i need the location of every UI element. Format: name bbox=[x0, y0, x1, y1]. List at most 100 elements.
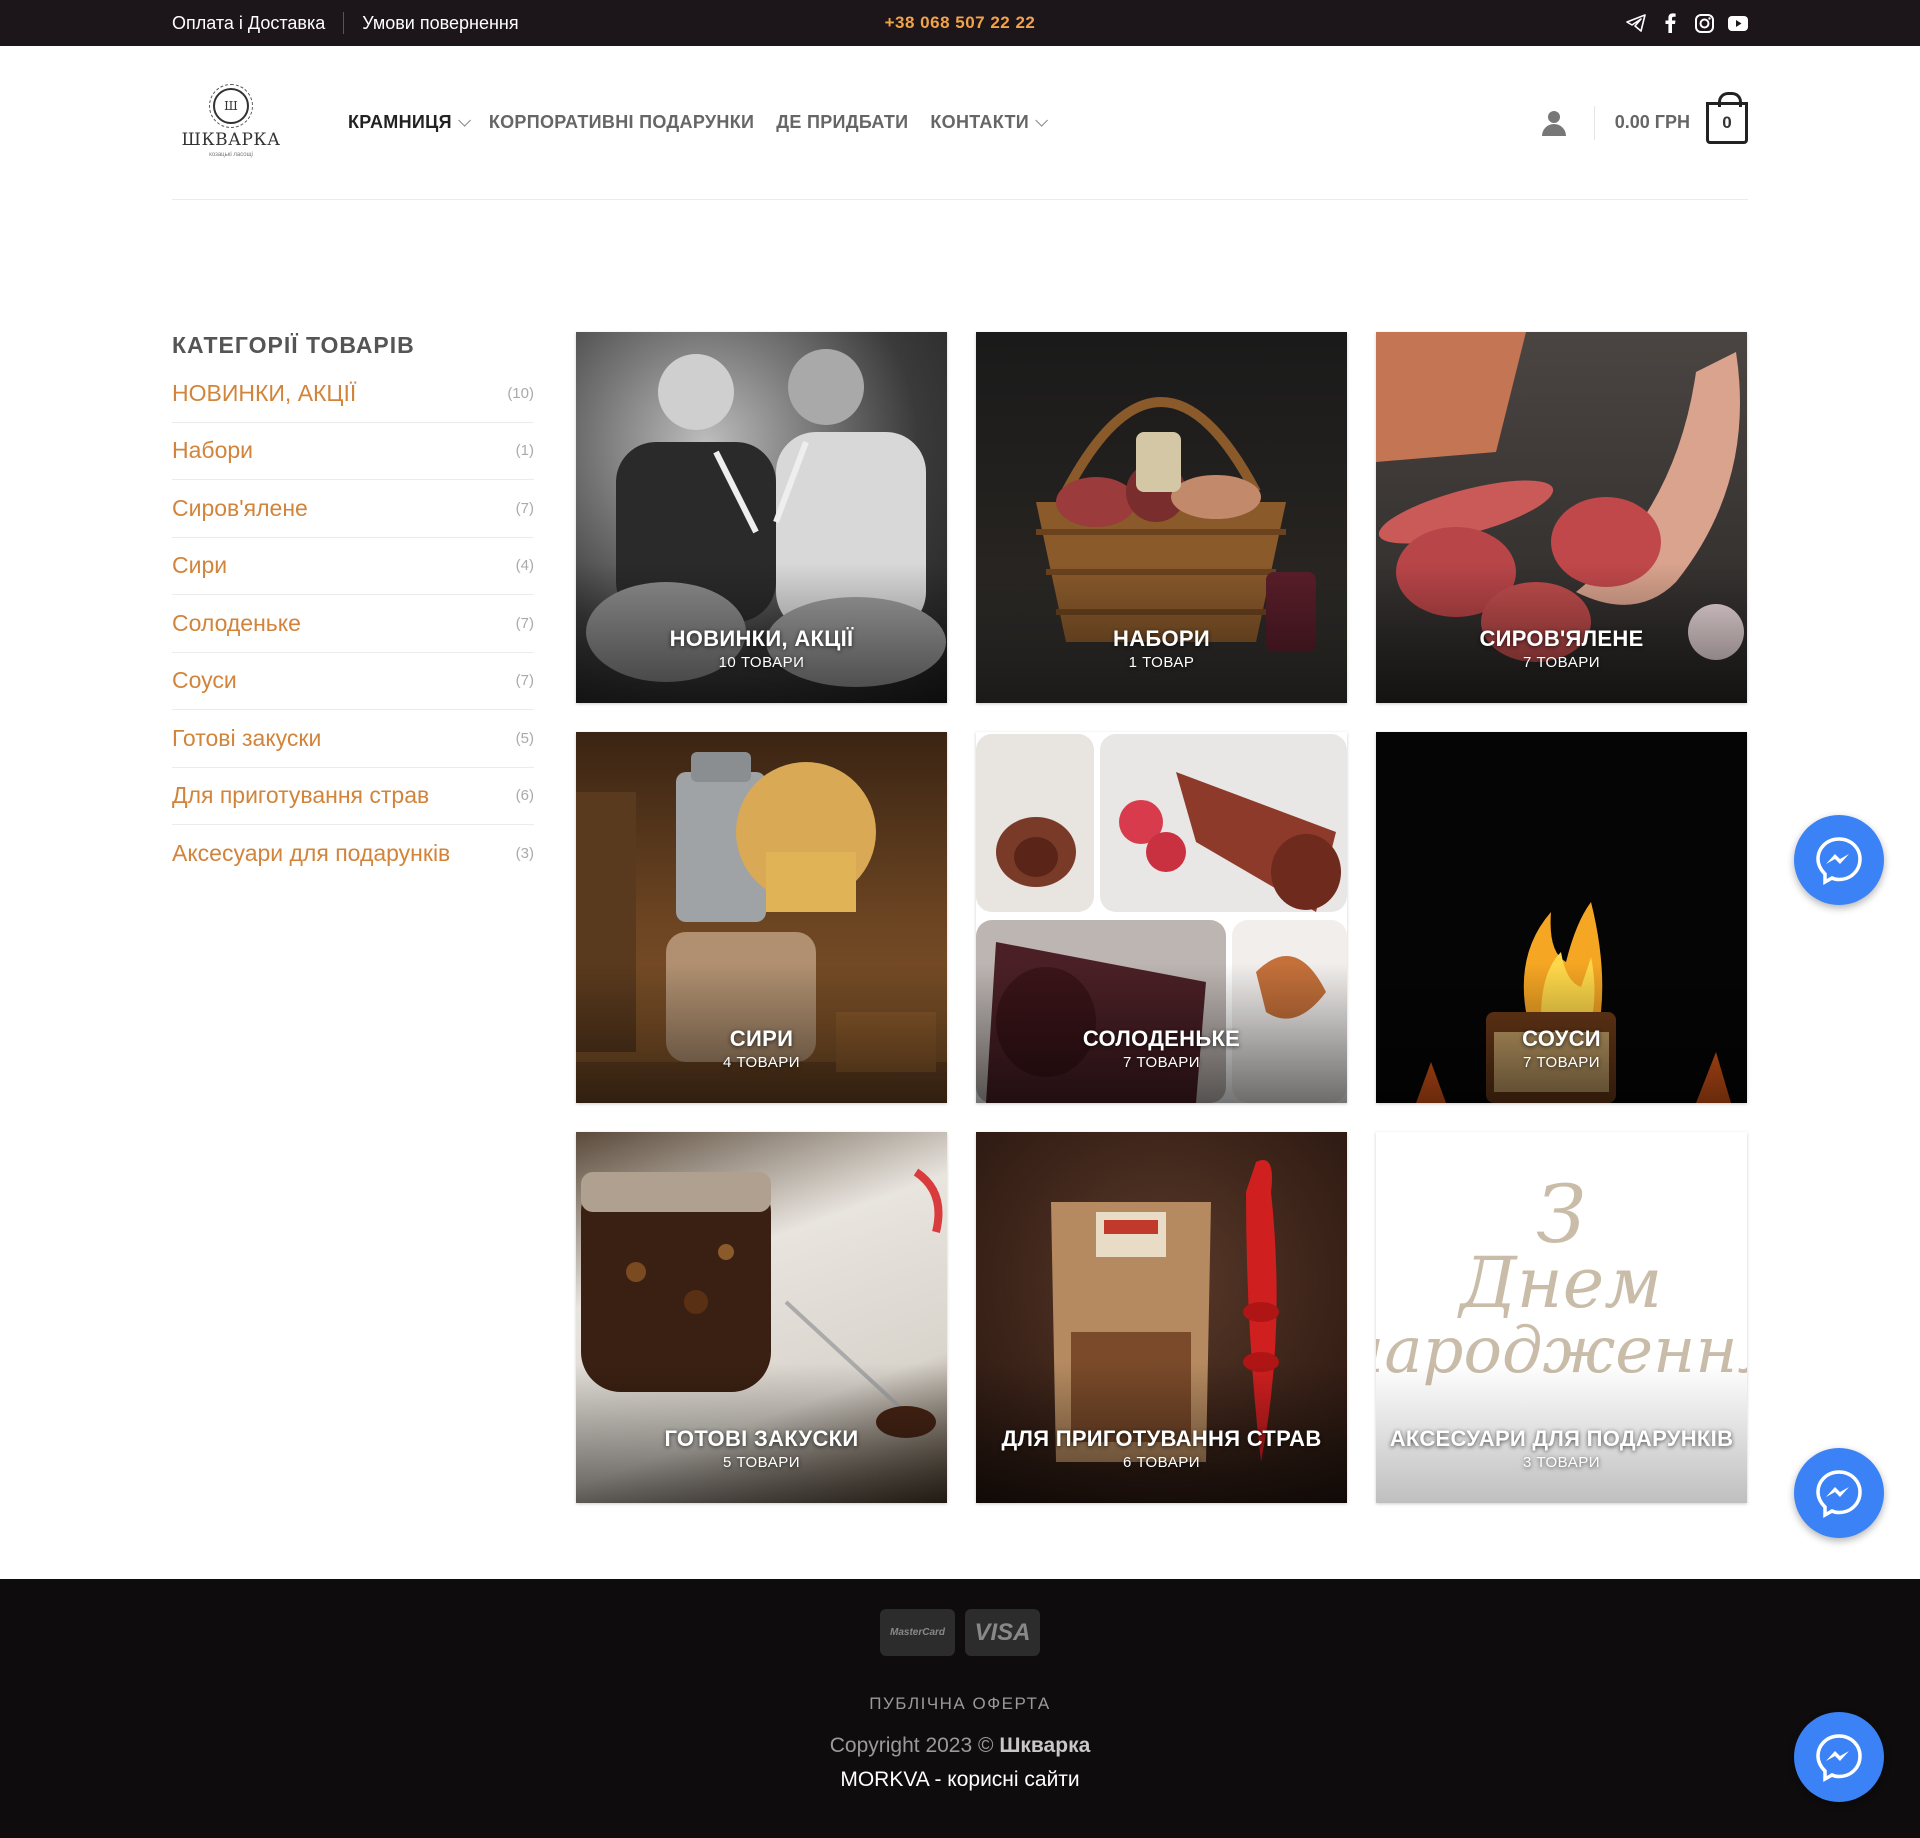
mastercard-icon: MasterCard bbox=[880, 1609, 955, 1656]
messenger-chat-button[interactable] bbox=[1794, 815, 1884, 905]
category-label: Солоденьке bbox=[172, 609, 301, 636]
instagram-icon[interactable] bbox=[1694, 13, 1714, 33]
category-tile-sweets[interactable]: Солоденьке 7 ТОВАРИ bbox=[976, 732, 1347, 1103]
cart-count: 0 bbox=[1722, 112, 1732, 132]
category-tile-news[interactable]: НОВИНКИ, АКЦІЇ 10 ТОВАРИ bbox=[576, 332, 947, 703]
category-count: (7) bbox=[515, 499, 534, 517]
logo-tagline: козацькі ласощі bbox=[209, 151, 253, 158]
category-item[interactable]: Готові закуски (5) bbox=[172, 710, 534, 768]
public-offer-link[interactable]: Публічна оферта bbox=[0, 1694, 1920, 1714]
payment-methods: MasterCard VISA bbox=[0, 1579, 1920, 1656]
facebook-icon[interactable] bbox=[1660, 13, 1680, 33]
top-divider bbox=[343, 12, 345, 34]
nav-item-shop[interactable]: Крамниця bbox=[348, 112, 471, 133]
category-label: Сири bbox=[172, 552, 228, 579]
category-count: (6) bbox=[515, 787, 534, 805]
category-tile-cheese[interactable]: Сири 4 ТОВАРИ bbox=[576, 732, 947, 1103]
nav-item-where-to-buy[interactable]: Де придбати bbox=[776, 112, 908, 133]
payment-delivery-link[interactable]: Оплата і Доставка bbox=[172, 13, 325, 34]
tile-count: 5 ТОВАРИ bbox=[723, 1454, 800, 1471]
youtube-icon[interactable] bbox=[1728, 13, 1748, 33]
top-bar: Оплата і Доставка Умови повернення +38 0… bbox=[0, 0, 1920, 46]
tile-caption: Аксесуари для подарунків 3 ТОВАРИ bbox=[1376, 1426, 1747, 1471]
copyright-prefix: Copyright 2023 © bbox=[829, 1734, 994, 1757]
category-label: Набори bbox=[172, 437, 254, 464]
category-count: (7) bbox=[515, 614, 534, 632]
category-count: (4) bbox=[515, 557, 534, 575]
category-item[interactable]: Солоденьке (7) bbox=[172, 595, 534, 653]
messenger-icon bbox=[1816, 837, 1862, 885]
nav-item-corporate-gifts[interactable]: Корпоративні подарунки bbox=[489, 112, 754, 133]
category-item[interactable]: Сиров'ялене (7) bbox=[172, 480, 534, 538]
messenger-chat-button[interactable] bbox=[1794, 1712, 1884, 1802]
copyright-brand[interactable]: Шкварка bbox=[999, 1734, 1090, 1757]
telegram-icon[interactable] bbox=[1626, 13, 1646, 33]
user-account-icon[interactable] bbox=[1540, 109, 1568, 137]
category-grid: НОВИНКИ, АКЦІЇ 10 ТОВАРИ НАБОРИ 1 ТОВАР … bbox=[576, 332, 1747, 1503]
returns-link[interactable]: Умови повернення bbox=[362, 13, 518, 34]
category-count: (10) bbox=[507, 384, 534, 402]
messenger-chat-button[interactable] bbox=[1794, 1448, 1884, 1538]
nav-item-label: Контакти bbox=[930, 112, 1029, 132]
tile-caption: Соуси 7 ТОВАРИ bbox=[1376, 1026, 1747, 1071]
tile-caption: Солоденьке 7 ТОВАРИ bbox=[976, 1026, 1347, 1071]
morkva-link[interactable]: MORKVA - корисні сайти bbox=[0, 1768, 1920, 1792]
tile-count: 1 ТОВАР bbox=[1128, 654, 1195, 671]
category-sidebar: Категорії товарів НОВИНКИ, АКЦІЇ (10) Наб… bbox=[172, 332, 534, 1503]
logo-name: ШКВАРКА bbox=[181, 129, 281, 150]
nav-item-label: Корпоративні подарунки bbox=[488, 112, 755, 132]
tile-caption: Для приготування страв 6 ТОВАРИ bbox=[976, 1426, 1347, 1471]
nav-item-label: Крамниця bbox=[348, 112, 452, 132]
tile-caption: Сири 4 ТОВАРИ bbox=[576, 1026, 947, 1071]
category-item[interactable]: Набори (1) bbox=[172, 423, 534, 480]
category-tile-cooking[interactable]: Для приготування страв 6 ТОВАРИ bbox=[976, 1132, 1347, 1503]
category-item[interactable]: Для приготування страв (6) bbox=[172, 768, 534, 825]
tile-title: Солоденьке bbox=[1082, 1025, 1241, 1051]
category-label: Для приготування страв bbox=[172, 782, 430, 809]
tile-caption: НОВИНКИ, АКЦІЇ 10 ТОВАРИ bbox=[576, 626, 947, 671]
nav-item-contacts[interactable]: Контакти bbox=[930, 112, 1048, 133]
site-logo[interactable]: Ш ШКВАРКА козацькі ласощі bbox=[172, 78, 290, 168]
cart-icon[interactable]: 0 bbox=[1706, 91, 1748, 144]
category-tile-sets[interactable]: Набори 1 ТОВАР bbox=[976, 332, 1347, 703]
tile-caption: Сиров'ялене 7 ТОВАРИ bbox=[1376, 626, 1747, 671]
category-tile-accessories[interactable]: З Днем народження Аксесуари для подарунк… bbox=[1376, 1132, 1747, 1503]
sidebar-title: Категорії товарів bbox=[172, 332, 415, 358]
category-item[interactable]: НОВИНКИ, АКЦІЇ (10) bbox=[172, 365, 534, 423]
tile-title: Набори bbox=[1113, 625, 1210, 651]
tile-caption: Набори 1 ТОВАР bbox=[976, 626, 1347, 671]
category-count: (7) bbox=[515, 672, 534, 690]
category-label: Соуси bbox=[172, 667, 237, 694]
category-count: (1) bbox=[515, 442, 534, 460]
tile-title: Сиров'ялене bbox=[1479, 625, 1644, 651]
copyright: Copyright 2023 © Шкварка bbox=[0, 1734, 1920, 1758]
category-item[interactable]: Аксесуари для подарунків (3) bbox=[172, 825, 534, 883]
category-item[interactable]: Сири (4) bbox=[172, 538, 534, 595]
tile-count: 7 ТОВАРИ bbox=[1123, 1054, 1200, 1071]
tile-count: 3 ТОВАРИ bbox=[1523, 1454, 1600, 1471]
tile-count: 6 ТОВАРИ bbox=[1123, 1454, 1200, 1471]
main-content: Категорії товарів НОВИНКИ, АКЦІЇ (10) Наб… bbox=[0, 200, 1920, 1503]
messenger-icon bbox=[1816, 1734, 1862, 1782]
category-tile-snacks[interactable]: Готові закуски 5 ТОВАРИ bbox=[576, 1132, 947, 1503]
tile-count: 10 ТОВАРИ bbox=[718, 654, 805, 671]
category-count: (5) bbox=[515, 729, 534, 747]
tile-title: Соуси bbox=[1522, 1025, 1601, 1051]
category-label: Готові закуски bbox=[172, 724, 322, 751]
category-tile-sauces[interactable]: Соуси 7 ТОВАРИ bbox=[1376, 732, 1747, 1103]
category-item[interactable]: Соуси (7) bbox=[172, 653, 534, 710]
svg-text:Днем: Днем bbox=[1457, 1242, 1662, 1324]
visa-icon: VISA bbox=[965, 1609, 1040, 1656]
logo-emblem-icon: Ш bbox=[209, 83, 253, 128]
category-count: (3) bbox=[515, 845, 534, 863]
category-label: Сиров'ялене bbox=[172, 494, 308, 521]
nav-item-label: Де придбати bbox=[776, 112, 909, 132]
tile-title: Для приготування страв bbox=[1001, 1425, 1322, 1451]
tile-title: Аксесуари для подарунків bbox=[1389, 1425, 1734, 1451]
tile-count: 7 ТОВАРИ bbox=[1523, 1054, 1600, 1071]
phone-number[interactable]: +38 068 507 22 22 bbox=[885, 13, 1036, 33]
cart-total[interactable]: 0.00 ГРН bbox=[1615, 112, 1690, 133]
category-tile-cured[interactable]: Сиров'ялене 7 ТОВАРИ bbox=[1376, 332, 1747, 703]
header-divider bbox=[1593, 105, 1595, 140]
site-header: Ш ШКВАРКА козацькі ласощі Крамниця Корпо… bbox=[0, 46, 1920, 200]
